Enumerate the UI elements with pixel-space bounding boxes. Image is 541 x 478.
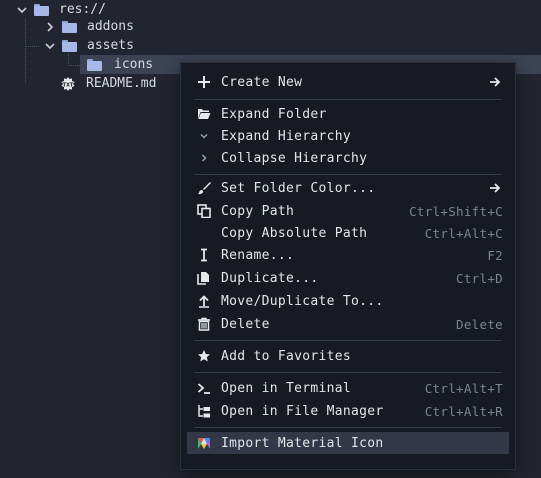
tree-item-label: addons bbox=[87, 19, 134, 34]
menu-item-expand-hierarchy[interactable]: Expand Hierarchy bbox=[187, 125, 509, 147]
copy-icon bbox=[196, 203, 212, 219]
menu-item-copy-absolute-path[interactable]: Copy Absolute Path Ctrl+Alt+C bbox=[187, 222, 509, 244]
tree-guide-line bbox=[25, 19, 26, 83]
move-up-icon bbox=[196, 293, 212, 309]
folder-open-icon bbox=[196, 106, 212, 122]
menu-item-set-folder-color[interactable]: Set Folder Color... bbox=[187, 177, 509, 199]
menu-item-expand-folder[interactable]: Expand Folder bbox=[187, 103, 509, 125]
material-icon bbox=[196, 435, 212, 451]
menu-item-label: Copy Absolute Path bbox=[221, 225, 368, 241]
menu-item-shortcut: Ctrl+Alt+R bbox=[424, 403, 503, 419]
menu-item-create-new[interactable]: Create New bbox=[187, 71, 509, 93]
tree-item-readme[interactable]: TXT README.md bbox=[60, 74, 156, 93]
brush-icon bbox=[196, 180, 212, 196]
menu-item-label: Collapse Hierarchy bbox=[221, 150, 368, 166]
menu-separator bbox=[195, 99, 501, 100]
menu-item-move-duplicate-to[interactable]: Move/Duplicate To... bbox=[187, 290, 509, 312]
tree-item-label: icons bbox=[114, 57, 154, 72]
duplicate-icon bbox=[196, 270, 212, 286]
file-manager-icon bbox=[196, 403, 212, 419]
folder-icon bbox=[34, 3, 49, 16]
rename-cursor-icon bbox=[196, 247, 212, 263]
submenu-arrow-icon bbox=[489, 76, 501, 88]
menu-item-shortcut: Delete bbox=[456, 316, 503, 332]
menu-separator bbox=[195, 340, 501, 341]
menu-item-add-to-favorites[interactable]: Add to Favorites bbox=[187, 345, 509, 367]
menu-item-delete[interactable]: Delete Delete bbox=[187, 313, 509, 335]
menu-item-import-material-icon[interactable]: Import Material Icon bbox=[187, 432, 509, 454]
tree-guide-line bbox=[68, 65, 80, 66]
menu-item-copy-path[interactable]: Copy Path Ctrl+Shift+C bbox=[187, 200, 509, 222]
menu-item-open-in-file-manager[interactable]: Open in File Manager Ctrl+Alt+R bbox=[187, 400, 509, 422]
tree-item-label: res:// bbox=[59, 2, 106, 17]
menu-item-label: Add to Favorites bbox=[221, 348, 352, 364]
menu-item-label: Import Material Icon bbox=[221, 435, 384, 451]
chevron-down-icon[interactable] bbox=[44, 40, 56, 52]
menu-separator bbox=[195, 372, 501, 373]
menu-item-shortcut: Ctrl+Alt+T bbox=[424, 380, 503, 396]
menu-separator bbox=[195, 427, 501, 428]
tree-item-assets[interactable]: assets bbox=[44, 36, 134, 55]
menu-item-label: Rename... bbox=[221, 247, 295, 263]
menu-item-duplicate[interactable]: Duplicate... Ctrl+D bbox=[187, 267, 509, 289]
folder-icon bbox=[62, 39, 77, 52]
tree-item-label: README.md bbox=[86, 76, 157, 91]
menu-item-label: Set Folder Color... bbox=[221, 180, 376, 196]
star-icon bbox=[196, 348, 212, 364]
menu-item-label: Expand Folder bbox=[221, 106, 327, 122]
submenu-arrow-icon bbox=[489, 182, 501, 194]
menu-item-label: Delete bbox=[221, 316, 270, 332]
svg-text:TXT: TXT bbox=[63, 82, 74, 88]
menu-item-label: Duplicate... bbox=[221, 270, 319, 286]
menu-item-collapse-hierarchy[interactable]: Collapse Hierarchy bbox=[187, 147, 509, 169]
folder-icon bbox=[87, 58, 102, 71]
plus-icon bbox=[196, 74, 212, 90]
tree-item-label: assets bbox=[87, 38, 134, 53]
menu-item-rename[interactable]: Rename... F2 bbox=[187, 244, 509, 266]
menu-separator bbox=[195, 174, 501, 175]
menu-item-shortcut: F2 bbox=[487, 247, 503, 263]
menu-item-label: Open in Terminal bbox=[221, 380, 352, 396]
menu-item-label: Create New bbox=[221, 74, 303, 90]
tree-item-addons[interactable]: addons bbox=[44, 17, 134, 36]
chevron-down-icon[interactable] bbox=[16, 4, 28, 16]
text-file-icon: TXT bbox=[60, 76, 76, 92]
chevron-right-icon[interactable] bbox=[44, 21, 56, 33]
trash-icon bbox=[196, 316, 212, 332]
menu-item-shortcut: Ctrl+Shift+C bbox=[409, 203, 503, 219]
folder-icon bbox=[62, 20, 77, 33]
context-menu: Create New Expand Folder Expand Hierarch… bbox=[180, 62, 516, 470]
menu-item-open-in-terminal[interactable]: Open in Terminal Ctrl+Alt+T bbox=[187, 377, 509, 399]
chevron-right-icon bbox=[196, 150, 212, 166]
menu-item-label: Copy Path bbox=[221, 203, 295, 219]
menu-item-shortcut: Ctrl+D bbox=[456, 270, 503, 286]
chevron-down-icon bbox=[196, 128, 212, 144]
menu-item-shortcut: Ctrl+Alt+C bbox=[424, 225, 503, 241]
menu-item-label: Open in File Manager bbox=[221, 403, 384, 419]
tree-guide-line bbox=[25, 46, 39, 47]
menu-item-label: Move/Duplicate To... bbox=[221, 293, 384, 309]
terminal-icon bbox=[196, 380, 212, 396]
menu-item-label: Expand Hierarchy bbox=[221, 128, 352, 144]
